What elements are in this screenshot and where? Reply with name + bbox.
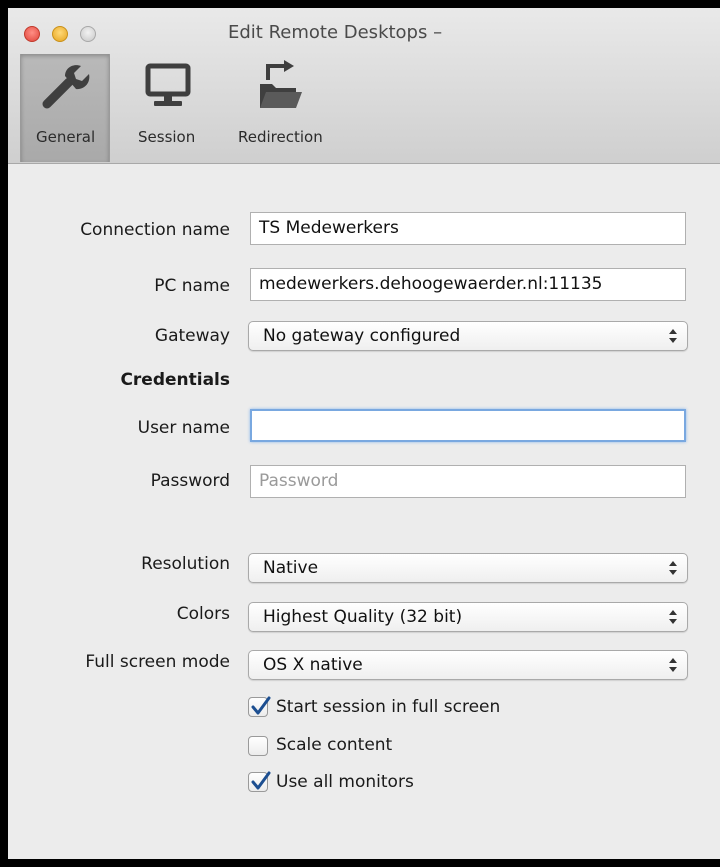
close-window-button[interactable] (24, 26, 40, 42)
colors-value: Highest Quality (32 bit) (263, 607, 463, 627)
gateway-value: No gateway configured (263, 326, 461, 346)
connection-name-field[interactable]: TS Medewerkers (250, 212, 686, 245)
password-label: Password (150, 471, 230, 491)
minimize-window-button[interactable] (52, 26, 68, 42)
zoom-window-button[interactable] (80, 26, 96, 42)
checkmark-icon (251, 696, 271, 715)
updown-arrows-icon (669, 329, 677, 343)
gateway-label: Gateway (154, 326, 230, 346)
colors-label: Colors (176, 604, 230, 624)
gateway-select[interactable]: No gateway configured (248, 321, 688, 351)
start-fullscreen-checkbox[interactable] (248, 696, 271, 717)
scale-content-checkbox[interactable] (248, 736, 268, 756)
full-screen-mode-label: Full screen mode (85, 652, 230, 672)
folder-redirect-icon (260, 60, 302, 108)
checkmark-icon (251, 771, 271, 790)
password-field[interactable]: Password (250, 465, 686, 498)
updown-arrows-icon (669, 610, 677, 624)
edit-remote-desktops-window: Edit Remote Desktops – General Session R… (8, 8, 720, 859)
start-fullscreen-label[interactable]: Start session in full screen (276, 697, 500, 717)
use-all-monitors-checkbox[interactable] (248, 771, 271, 792)
tab-redirection-label: Redirection (238, 128, 323, 146)
resolution-label: Resolution (141, 554, 230, 574)
wrench-icon (42, 65, 90, 109)
tab-general[interactable]: General (20, 54, 110, 162)
updown-arrows-icon (669, 561, 677, 575)
tab-general-label: General (36, 128, 96, 146)
scale-content-label[interactable]: Scale content (276, 735, 392, 755)
connection-name-label: Connection name (80, 220, 230, 240)
full-screen-mode-select[interactable]: OS X native (248, 650, 688, 680)
monitor-icon (145, 63, 191, 106)
pc-name-label: PC name (154, 276, 230, 296)
credentials-heading: Credentials (120, 370, 230, 390)
colors-select[interactable]: Highest Quality (32 bit) (248, 602, 688, 632)
user-name-field[interactable] (250, 409, 686, 442)
tab-session[interactable]: Session (124, 54, 214, 162)
user-name-label: User name (137, 418, 230, 438)
resolution-value: Native (263, 558, 319, 578)
pc-name-field[interactable]: medewerkers.dehoogewaerder.nl:11135 (250, 268, 686, 301)
use-all-monitors-label[interactable]: Use all monitors (276, 772, 414, 792)
tab-redirection[interactable]: Redirection (226, 54, 338, 162)
window-title: Edit Remote Desktops – (228, 22, 443, 43)
titlebar: Edit Remote Desktops – General Session R… (8, 8, 720, 164)
full-screen-mode-value: OS X native (263, 655, 363, 675)
updown-arrows-icon (669, 658, 677, 672)
resolution-select[interactable]: Native (248, 553, 688, 583)
tab-session-label: Session (138, 128, 196, 146)
